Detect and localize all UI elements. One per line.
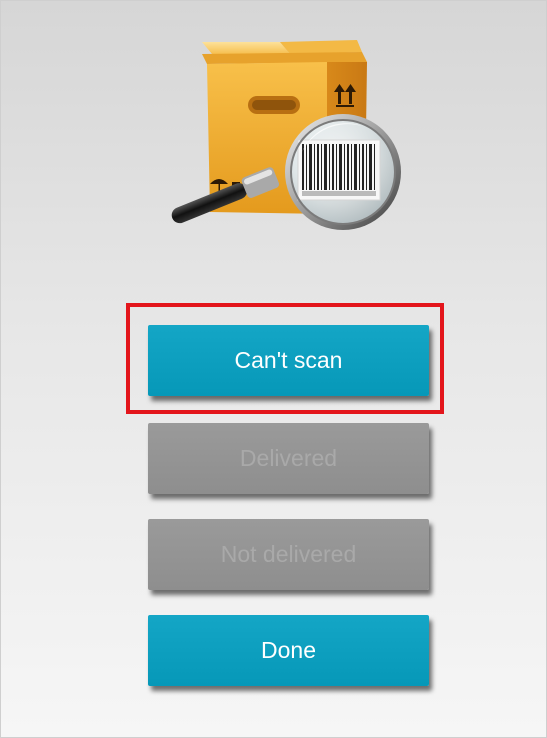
delivered-button[interactable]: Delivered <box>148 423 429 494</box>
done-button[interactable]: Done <box>148 615 429 686</box>
package-barcode-search-icon <box>162 32 412 237</box>
cant-scan-button[interactable]: Can't scan <box>148 325 429 396</box>
not-delivered-button[interactable]: Not delivered <box>148 519 429 590</box>
